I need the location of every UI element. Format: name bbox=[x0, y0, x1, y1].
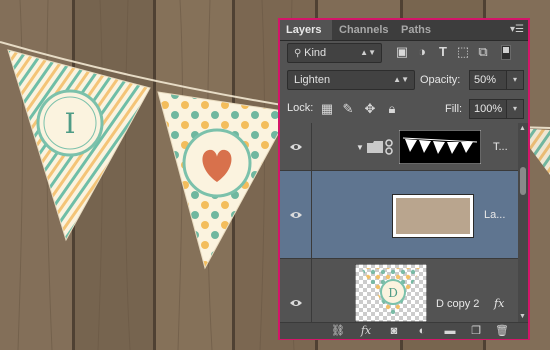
folder-icon bbox=[367, 141, 383, 153]
layer-row-selected[interactable]: La... bbox=[280, 171, 518, 259]
filter-kind-label: Kind bbox=[304, 47, 327, 59]
visibility-eye-icon[interactable] bbox=[289, 210, 303, 220]
delete-layer-trash-icon[interactable]: 🗑︎ bbox=[494, 324, 510, 338]
layer-row[interactable]: ▼ T... bbox=[280, 123, 518, 171]
link-layers-icon[interactable]: ⛓︎ bbox=[330, 324, 346, 338]
updown-arrow-icon: ▲▼ bbox=[393, 75, 409, 84]
filter-row: ⚲ Kind ▲▼ ▣ ◑ T ⬚ ⧉ bbox=[280, 42, 528, 66]
layers-list: ▼ T... La... D D copy 2 fx bbox=[280, 123, 518, 322]
opacity-input[interactable]: 50% bbox=[469, 70, 507, 90]
new-layer-icon[interactable]: ❐ bbox=[468, 324, 484, 338]
adjustment-filter-icon[interactable]: ◑ bbox=[414, 44, 430, 60]
fill-dropdown-icon[interactable]: ▾ bbox=[506, 99, 524, 119]
search-icon: ⚲ bbox=[294, 48, 305, 59]
add-mask-icon[interactable]: ◙ bbox=[386, 324, 402, 338]
fill-label: Fill: bbox=[445, 103, 463, 115]
tab-channels[interactable]: Channels bbox=[333, 20, 394, 40]
blend-row: Lighten ▲▼ Opacity: 50% ▾ bbox=[280, 69, 528, 93]
lock-transparency-icon[interactable]: ▦ bbox=[319, 101, 335, 117]
lock-row: Lock: ▦ ✎ ✥ 🔒︎ Fill: 100% ▾ bbox=[280, 97, 528, 121]
add-layer-style-icon[interactable]: fx bbox=[358, 324, 374, 338]
scrollbar-thumb[interactable] bbox=[520, 167, 526, 195]
lock-position-move-icon[interactable]: ✥ bbox=[362, 101, 378, 117]
visibility-eye-icon[interactable] bbox=[289, 298, 303, 308]
layers-scrollbar[interactable]: ▲ ▼ bbox=[518, 123, 528, 322]
thumbnail-letter: D bbox=[388, 286, 398, 300]
link-chain-icon[interactable] bbox=[385, 139, 393, 155]
new-adjustment-layer-icon[interactable]: ◐ bbox=[414, 324, 430, 338]
updown-arrow-icon: ▲▼ bbox=[360, 48, 376, 57]
tab-paths[interactable]: Paths bbox=[395, 20, 437, 40]
filter-toggle-switch[interactable] bbox=[501, 45, 511, 60]
layer-name: T... bbox=[493, 141, 508, 153]
blend-mode-select[interactable]: Lighten ▲▼ bbox=[287, 70, 415, 90]
lock-label: Lock: bbox=[287, 102, 314, 114]
lock-all-icon[interactable]: 🔒︎ bbox=[384, 101, 400, 117]
expand-triangle-icon[interactable]: ▼ bbox=[356, 143, 364, 152]
visibility-eye-icon[interactable] bbox=[289, 142, 303, 152]
shape-filter-icon[interactable]: ⬚ bbox=[455, 44, 471, 60]
tab-layers[interactable]: Layers bbox=[280, 20, 332, 40]
filter-kind-select[interactable]: ⚲ Kind ▲▼ bbox=[287, 43, 382, 63]
type-filter-icon[interactable]: T bbox=[435, 44, 451, 60]
panel-menu-icon[interactable]: ▾☰ bbox=[510, 24, 524, 35]
panel-tabs: Layers Channels Paths ▾☰ bbox=[280, 20, 528, 41]
fx-indicator[interactable]: fx bbox=[494, 297, 504, 310]
lock-image-brush-icon[interactable]: ✎ bbox=[340, 101, 356, 117]
layers-panel: Layers Channels Paths ▾☰ ⚲ Kind ▲▼ ▣ ◑ T… bbox=[278, 18, 530, 340]
scroll-down-arrow-icon[interactable]: ▼ bbox=[519, 313, 526, 320]
new-group-folder-icon[interactable]: ▬ bbox=[442, 324, 458, 338]
layer-name: D copy 2 bbox=[436, 298, 480, 310]
layer-row[interactable]: D D copy 2 fx bbox=[280, 259, 518, 322]
blend-mode-label: Lighten bbox=[294, 74, 331, 86]
scroll-up-arrow-icon[interactable]: ▲ bbox=[519, 125, 526, 132]
layer-thumbnail[interactable] bbox=[392, 194, 474, 238]
opacity-dropdown-icon[interactable]: ▾ bbox=[506, 70, 524, 90]
smart-object-filter-icon[interactable]: ⧉ bbox=[475, 44, 491, 60]
layer-mask-thumbnail[interactable] bbox=[399, 130, 481, 164]
pixel-filter-icon[interactable]: ▣ bbox=[394, 44, 410, 60]
opacity-label: Opacity: bbox=[420, 74, 461, 86]
flag-1-letter: I bbox=[64, 107, 75, 140]
layers-bottom-toolbar: ⛓︎ fx ◙ ◐ ▬ ❐ 🗑︎ bbox=[280, 322, 528, 339]
layer-thumbnail[interactable]: D bbox=[355, 264, 427, 322]
fill-input[interactable]: 100% bbox=[469, 99, 507, 119]
layer-name: La... bbox=[484, 209, 506, 221]
